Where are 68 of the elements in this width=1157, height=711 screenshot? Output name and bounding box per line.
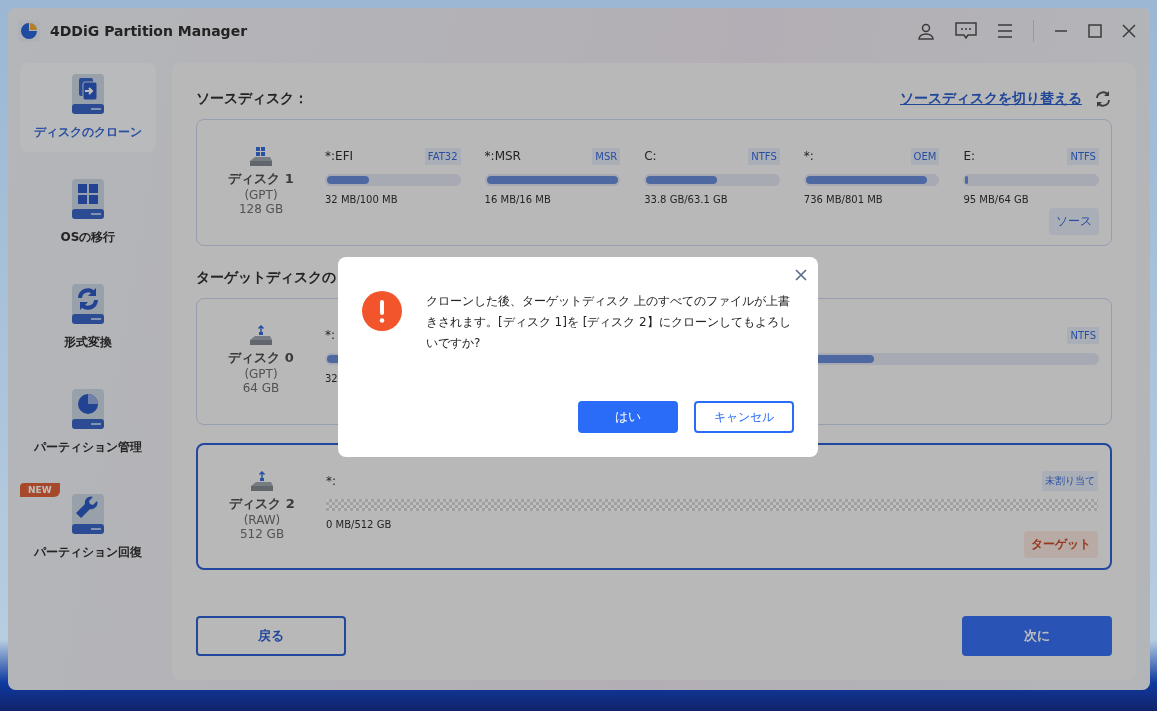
partition-name: *:EFI (325, 149, 354, 163)
partition-name: *:MSR (484, 149, 521, 163)
role-tag: ソース (1049, 208, 1099, 235)
partition-scheme: (GPT) (244, 367, 278, 381)
usage-text: 32 (325, 373, 339, 384)
warning-icon (362, 291, 402, 331)
disk-card[interactable]: ディスク 2 (RAW) 512 GB *: 未割り当て 0 MB/512 GB ターゲット (196, 443, 1112, 570)
section-heading: ソースディスク： (196, 90, 308, 108)
partition-scheme: (RAW) (243, 513, 281, 527)
disk-size: 64 GB (242, 381, 280, 395)
filesystem-tag: NTFS (1067, 326, 1099, 344)
refresh-icon[interactable] (1094, 90, 1112, 108)
partition-name: *: (326, 474, 337, 488)
partition-name: *: (803, 149, 814, 163)
pie-drive-icon (71, 389, 105, 429)
sidebar-label: パーティション回復 (34, 544, 142, 561)
disk-size: 512 GB (239, 527, 285, 541)
sidebar-item[interactable]: OSの移行 (20, 168, 156, 257)
usage-text: 736 MB/801 MB (803, 194, 884, 205)
account-icon[interactable] (917, 21, 935, 40)
maximize-icon[interactable] (1088, 23, 1102, 38)
partition-name: C: (644, 149, 657, 163)
sidebar-label: ディスクのクローン (34, 124, 142, 141)
close-icon[interactable] (1122, 23, 1136, 38)
usage-text: 32 MB/100 MB (325, 194, 399, 205)
windows-drive-icon (71, 179, 105, 219)
usage-text: 16 MB/16 MB (484, 194, 552, 205)
usage-text: 95 MB/64 GB (963, 194, 1030, 205)
clone-drive-icon (71, 74, 105, 114)
filesystem-tag: FAT32 (424, 147, 461, 165)
partition-name: *: (325, 328, 336, 342)
disk-name: ディスク 0 (228, 349, 294, 367)
usage-text: 0 MB/512 GB (326, 519, 393, 530)
disk-name: ディスク 2 (229, 495, 295, 513)
cancel-button[interactable]: キャンセル (694, 401, 794, 433)
disk-name: ディスク 1 (228, 170, 294, 188)
menu-icon[interactable] (997, 23, 1013, 38)
next-button[interactable]: 次に (962, 616, 1112, 656)
filesystem-tag: MSR (592, 147, 621, 165)
wrench-drive-icon (71, 494, 105, 534)
disk-size: 128 GB (238, 202, 284, 216)
filesystem-tag: NTFS (1067, 147, 1099, 165)
filesystem-tag: NTFS (748, 147, 780, 165)
partition-scheme: (GPT) (244, 188, 278, 202)
sidebar-item[interactable]: ディスクのクローン (20, 63, 156, 152)
convert-drive-icon (71, 284, 105, 324)
sidebar-label: 形式変換 (64, 334, 112, 351)
new-badge: NEW (20, 483, 60, 497)
sidebar-item[interactable]: NEW パーティション回復 (20, 483, 156, 572)
window-title: 4DDiG Partition Manager (50, 22, 248, 39)
app-logo-icon (18, 19, 40, 42)
switch-disk-link[interactable]: ソースディスクを切り替える (900, 90, 1082, 108)
feedback-icon[interactable] (955, 21, 977, 40)
sidebar-item[interactable]: パーティション管理 (20, 378, 156, 467)
dialog-message: クローンした後、ターゲットディスク 上のすべてのファイルが上書きされます。[ディスク 1]を [ディスク 2】にクローンしてもよろしいですか? (426, 293, 792, 352)
confirm-button[interactable]: はい (578, 401, 678, 433)
role-tag: ターゲット (1024, 531, 1098, 558)
sidebar-label: パーティション管理 (34, 439, 142, 456)
section-heading: ターゲットディスクの (196, 269, 336, 287)
close-icon[interactable] (795, 269, 807, 281)
filesystem-tag: 未割り当て (1042, 471, 1098, 491)
disk-card[interactable]: ディスク 1 (GPT) 128 GB *:EFI FAT32 32 MB/100 MB *:MSR MSR 16 MB/16 MB C: NTFS 33.8 GB/63.1 GB *: OEM 736 MB/801 MB E: NTFS 95 MB/64 GB ソース (196, 119, 1112, 246)
usage-text: 33.8 GB/63.1 GB (644, 194, 729, 205)
partition-name: E: (963, 149, 975, 163)
sidebar-item[interactable]: 形式変換 (20, 273, 156, 362)
filesystem-tag: OEM (910, 147, 940, 165)
sidebar-label: OSの移行 (60, 229, 116, 246)
back-button[interactable]: 戻る (196, 616, 346, 656)
